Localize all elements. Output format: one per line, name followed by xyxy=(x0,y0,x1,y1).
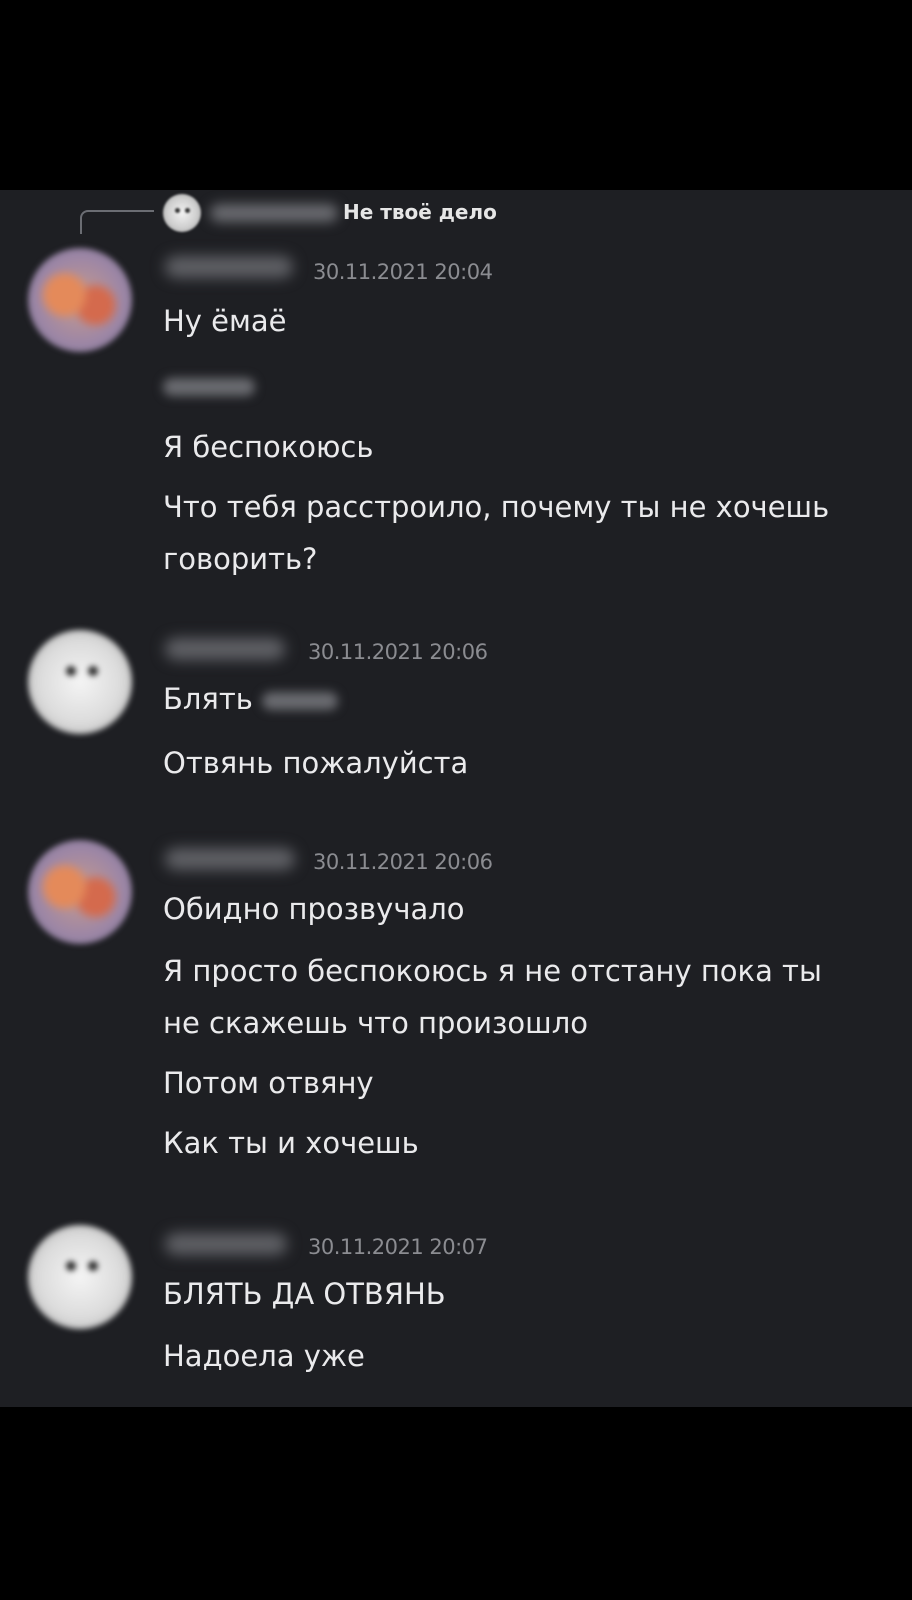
message-line: Я беспокоюсь xyxy=(163,430,374,464)
avatar[interactable] xyxy=(28,840,132,944)
message-line: Потом отвяну xyxy=(163,1066,374,1100)
redacted-text xyxy=(262,692,339,710)
message-line: БЛЯТЬ ДА ОТВЯНЬ xyxy=(163,1277,446,1311)
message-line: Я просто беспокоюсь я не отстану пока ты xyxy=(163,954,822,988)
message-line: Что тебя расстроило, почему ты не хочешь xyxy=(163,490,830,524)
chat-panel: Не твоё дело 30.11.2021 20:04 Ну ёмаё Я … xyxy=(0,190,912,1407)
redacted-message xyxy=(163,368,255,402)
message-line: Ну ёмаё xyxy=(163,304,287,338)
message-line: Надоела уже xyxy=(163,1339,365,1373)
username-redacted[interactable] xyxy=(165,256,293,278)
redacted-text xyxy=(163,378,255,396)
username-redacted[interactable] xyxy=(165,1233,287,1255)
message-line: говорить? xyxy=(163,542,318,576)
avatar[interactable] xyxy=(28,630,132,734)
username-redacted[interactable] xyxy=(165,638,285,660)
avatar[interactable] xyxy=(28,248,132,352)
reply-avatar xyxy=(163,194,201,232)
message-line: Как ты и хочешь xyxy=(163,1126,419,1160)
message-line: Обидно прозвучало xyxy=(163,892,465,926)
reply-text: Не твоё дело xyxy=(343,200,497,224)
timestamp: 30.11.2021 20:07 xyxy=(308,1235,488,1259)
reply-connector-line xyxy=(80,210,154,234)
username-redacted[interactable] xyxy=(165,848,295,870)
message-line: Отвянь пожалуйста xyxy=(163,746,469,780)
timestamp: 30.11.2021 20:06 xyxy=(313,850,493,874)
message-line: не скажешь что произошло xyxy=(163,1006,588,1040)
message-line: Блять xyxy=(163,682,339,716)
timestamp: 30.11.2021 20:06 xyxy=(308,640,488,664)
avatar[interactable] xyxy=(28,1225,132,1329)
reply-username-redacted xyxy=(210,204,338,222)
timestamp: 30.11.2021 20:04 xyxy=(313,260,493,284)
message-text: Блять xyxy=(163,682,253,716)
